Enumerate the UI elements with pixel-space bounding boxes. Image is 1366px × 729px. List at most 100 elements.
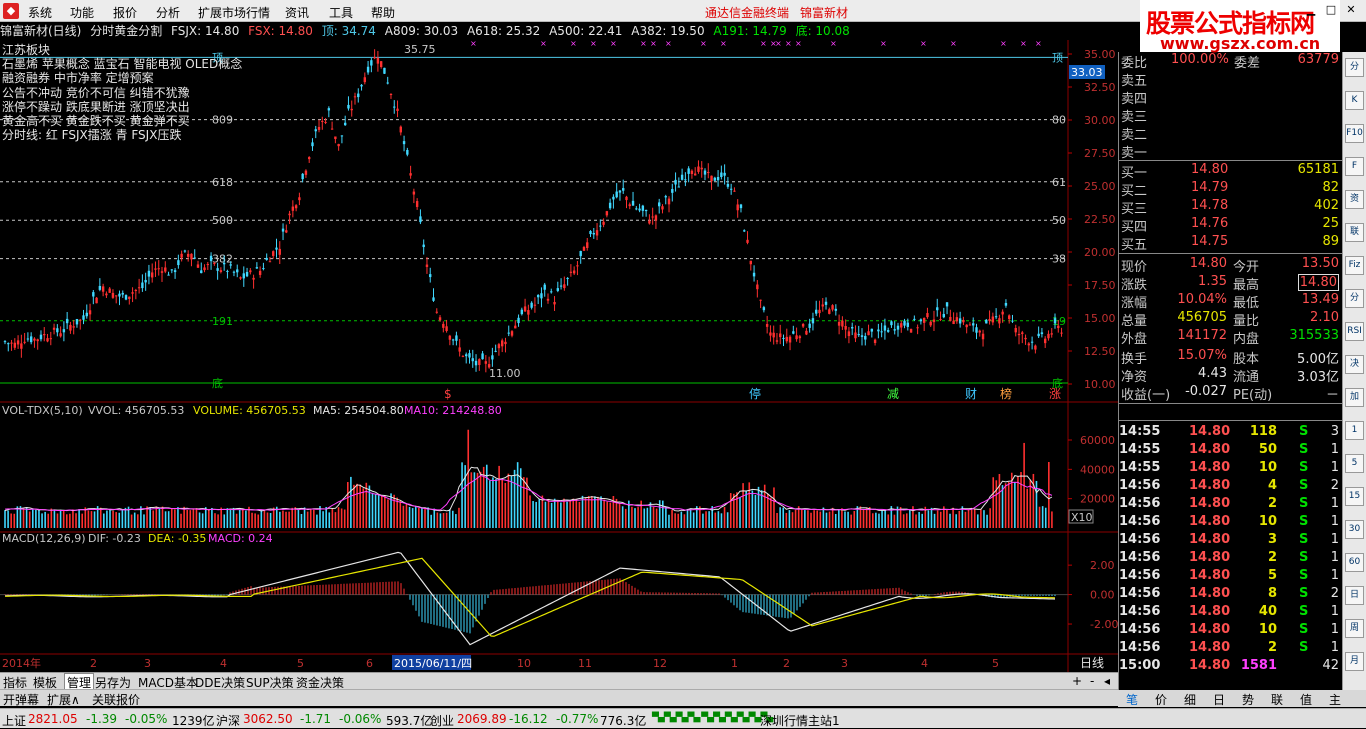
scroll-left-icon[interactable]: - xyxy=(1090,674,1094,688)
candle-body xyxy=(782,337,785,339)
stat-value: 5.00亿 xyxy=(1297,352,1339,367)
buy-row[interactable]: 买四 14.76 25 xyxy=(1119,216,1343,235)
scroll-right-icon[interactable]: ◂ xyxy=(1104,674,1110,688)
tool-button[interactable]: 15 xyxy=(1345,487,1364,506)
candle-body xyxy=(232,271,236,273)
tool-button[interactable]: 分 xyxy=(1345,289,1364,308)
quote-tab[interactable]: 笔 xyxy=(1126,691,1138,708)
menu-info[interactable]: 资讯 xyxy=(285,4,309,21)
stat-label: 内盘 xyxy=(1233,332,1260,347)
macd-tick-label: -2.00 xyxy=(1090,618,1118,631)
buy-row[interactable]: 买三 14.78 402 xyxy=(1119,198,1343,217)
server-name[interactable]: 深圳行情主站1 xyxy=(760,712,840,729)
tool-button[interactable]: 日 xyxy=(1345,586,1364,605)
sell-row[interactable]: 卖二 xyxy=(1119,124,1343,143)
extra-tab[interactable]: 扩展∧ xyxy=(47,691,80,708)
tick-side: S xyxy=(1299,532,1309,547)
stat-value: 4.43 xyxy=(1198,366,1227,381)
tool-button[interactable]: RSI xyxy=(1345,322,1364,341)
menu-system[interactable]: 系统 xyxy=(28,4,52,21)
buy-row[interactable]: 买一 14.80 65181 xyxy=(1119,162,1343,181)
tool-button[interactable]: 加 xyxy=(1345,388,1364,407)
sell-row[interactable]: 卖一 xyxy=(1119,142,1343,161)
tick-row: 14:56 14.80 2 S 1 xyxy=(1119,496,1343,514)
tool-button[interactable]: Fiz xyxy=(1345,256,1364,275)
stat-row: 涨跌 1.35 最高 14.80 xyxy=(1119,274,1343,293)
signal-mark: × xyxy=(920,40,927,48)
tick-row: 14:56 14.80 4 S 2 xyxy=(1119,478,1343,496)
buy-row[interactable]: 买二 14.79 82 xyxy=(1119,180,1343,199)
candle-body xyxy=(664,196,667,198)
candle-body xyxy=(229,264,232,266)
candle-body xyxy=(357,93,360,98)
sell-row[interactable]: 卖四 xyxy=(1119,88,1343,107)
tool-button[interactable]: 分 xyxy=(1345,58,1364,77)
candle-body xyxy=(765,324,769,327)
stock-notes: 江苏板块 石墨烯 苹果概念 蓝宝石 智能电视 OLED概念 融资融券 中市净率 … xyxy=(2,43,242,142)
candle-body xyxy=(484,361,488,364)
quote-tab[interactable]: 联 xyxy=(1271,691,1283,708)
candle-body xyxy=(805,330,808,335)
extra-tab[interactable]: 开弹幕 xyxy=(3,691,39,708)
tool-button[interactable]: 决 xyxy=(1345,355,1364,374)
tool-button[interactable]: 资 xyxy=(1345,190,1364,209)
add-icon[interactable]: + xyxy=(1072,674,1082,688)
sell-row[interactable]: 卖五 xyxy=(1119,70,1343,89)
candle-body xyxy=(994,316,998,318)
menu-tools[interactable]: 工具 xyxy=(329,4,353,21)
tool-button[interactable]: F xyxy=(1345,157,1364,176)
quote-tab[interactable]: 势 xyxy=(1242,691,1254,708)
menu-extended-market[interactable]: 扩展市场行情 xyxy=(198,4,270,21)
minimize-icon[interactable]: ▁ xyxy=(1304,3,1318,17)
x-axis-label: 3 xyxy=(144,657,151,670)
stat-value: 10.04% xyxy=(1177,292,1227,307)
candle-body xyxy=(945,302,949,307)
tool-button[interactable]: F10 xyxy=(1345,124,1364,143)
candle-body xyxy=(29,336,33,343)
tool-button[interactable]: 60 xyxy=(1345,553,1364,572)
menu-help[interactable]: 帮助 xyxy=(371,4,395,21)
candle-body xyxy=(167,274,170,276)
candle-body xyxy=(186,253,190,257)
close-icon[interactable]: ✕ xyxy=(1344,3,1358,17)
quote-tab[interactable]: 主 xyxy=(1329,691,1341,708)
sell-row[interactable]: 卖三 xyxy=(1119,106,1343,125)
buy-row[interactable]: 买五 14.75 89 xyxy=(1119,234,1343,253)
candle-body xyxy=(759,299,762,301)
quote-tab[interactable]: 日 xyxy=(1213,691,1225,708)
extra-tab[interactable]: 关联报价 xyxy=(92,691,140,708)
tick-price: 14.80 xyxy=(1189,622,1231,637)
quote-tab[interactable]: 价 xyxy=(1155,691,1167,708)
x-axis-label: 5 xyxy=(992,657,999,670)
tool-button[interactable]: 联 xyxy=(1345,223,1364,242)
volume-tick-label: 40000 xyxy=(1080,463,1115,476)
tool-button[interactable]: 5 xyxy=(1345,454,1364,473)
candle-body xyxy=(1027,343,1031,346)
buy-label: 买三 xyxy=(1121,202,1148,217)
maximize-icon[interactable]: □ xyxy=(1324,3,1338,17)
candle-body xyxy=(465,354,468,357)
candle-body xyxy=(772,332,775,338)
candle-body xyxy=(622,188,625,191)
quote-tab[interactable]: 值 xyxy=(1300,691,1312,708)
candle-body xyxy=(324,121,327,123)
menu-analysis[interactable]: 分析 xyxy=(156,4,180,21)
candle-body xyxy=(981,333,985,340)
menu-quote[interactable]: 报价 xyxy=(113,4,137,21)
tool-button[interactable]: 1 xyxy=(1345,421,1364,440)
tool-button[interactable]: 月 xyxy=(1345,652,1364,671)
tool-button[interactable]: K xyxy=(1345,91,1364,110)
candle-body xyxy=(543,284,546,290)
tick-time: 14:56 xyxy=(1119,550,1161,565)
tick-row: 14:55 14.80 118 S 3 xyxy=(1119,424,1343,442)
cy-index: 2069.89 xyxy=(457,712,507,726)
candle-body xyxy=(756,284,759,290)
quote-tab[interactable]: 细 xyxy=(1184,691,1196,708)
candle-body xyxy=(602,221,605,225)
candle-body xyxy=(985,319,988,324)
volume-title: VOL-TDX(5,10) xyxy=(2,404,83,417)
tool-button[interactable]: 周 xyxy=(1345,619,1364,638)
tool-button[interactable]: 30 xyxy=(1345,520,1364,539)
candle-body xyxy=(137,287,141,289)
menu-function[interactable]: 功能 xyxy=(70,4,94,21)
